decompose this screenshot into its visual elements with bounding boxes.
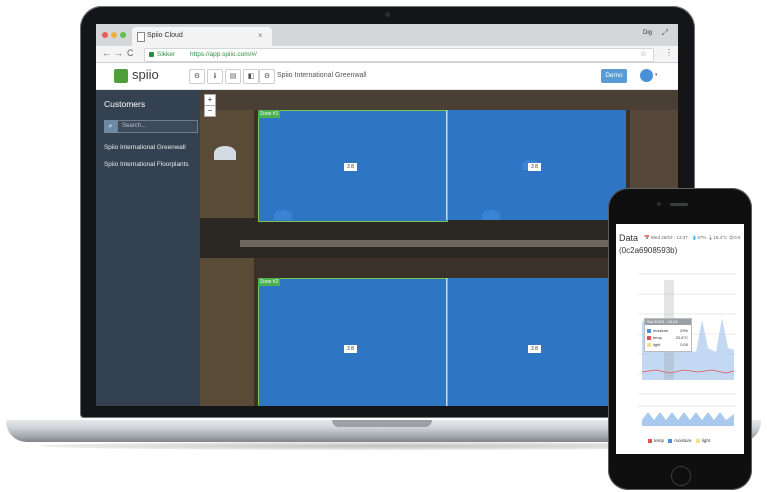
browser-menu-icon[interactable]: ⋮ — [665, 48, 673, 57]
fullscreen-icon[interactable]: ⤢ — [662, 28, 668, 38]
temp-swatch — [647, 335, 651, 340]
config-button[interactable]: ⚙ — [259, 69, 275, 84]
browser-tab[interactable]: Spiio Cloud × — [132, 27, 272, 46]
profile-chip[interactable]: Dig — [643, 30, 652, 36]
info-button[interactable]: ℹ — [207, 69, 223, 84]
light-swatch — [647, 342, 651, 347]
sidebar: Customers ⌕ Search... Spiio Internationa… — [96, 90, 200, 406]
ceiling-middle — [200, 218, 678, 258]
sidebar-item-greenwall[interactable]: Spiio International Greenwall — [104, 144, 186, 151]
ceiling-top — [200, 90, 678, 110]
url-text: https://app.spiio.com/#/ — [190, 51, 257, 58]
zone-panel[interactable] — [258, 278, 448, 406]
layers-button[interactable]: ◧ — [243, 69, 259, 84]
reading-meta: 📅 Wed 25/03 - 13:37 · 💧57% 🌡18.4°C ☀0.0 — [644, 235, 741, 240]
zone-label: Zone #1 — [258, 110, 281, 118]
app-header: spiio ⚙ ℹ ▤ ◧ ⚙ Spiio International Gree… — [96, 63, 678, 90]
floorplan-map[interactable]: Zone #1 3 8 3 8 Zone #2 3 8 3 8 + − — [200, 90, 678, 406]
sidebar-item-floorplants[interactable]: Spiio International Floorplants — [104, 161, 189, 168]
zoom-out-button[interactable]: − — [204, 105, 216, 117]
browser-tabbar: Spiio Cloud × Dig ⤢ — [96, 24, 678, 46]
tooltip-row-moisture: moisture 29% — [647, 328, 689, 333]
forward-button[interactable]: → — [114, 48, 123, 58]
laptop-notch — [332, 420, 432, 427]
demo-button[interactable]: Demo — [601, 69, 627, 83]
minimize-window-button[interactable] — [111, 32, 117, 38]
app-logo-text: spiio — [132, 67, 159, 82]
tooltip-row-light: light 0.00 — [647, 342, 689, 347]
device-id: (0c2a6908593b) — [619, 246, 678, 255]
zone-divider — [446, 110, 447, 220]
spiio-logo-icon — [114, 69, 128, 83]
bookmark-star-icon[interactable]: ☆ — [640, 49, 647, 58]
reload-button[interactable]: C — [127, 48, 134, 58]
project-title: Spiio International Greenwall — [277, 72, 367, 79]
tooltip-value: 0.00 — [680, 342, 688, 347]
chevron-down-icon[interactable]: ▾ — [655, 72, 658, 78]
tooltip-label: moisture — [653, 328, 669, 333]
zone-value[interactable]: 3 8 — [344, 345, 357, 353]
phone-speaker — [670, 203, 688, 206]
tooltip-label: temp — [653, 335, 662, 340]
phone-screen: Data 📅 Wed 25/03 - 13:37 · 💧57% 🌡18.4°C … — [616, 224, 744, 454]
legend-light[interactable]: light — [702, 438, 710, 443]
browser-toolbar: ← → C Sikker https://app.spiio.com/#/ ☆ … — [96, 46, 678, 63]
page-icon — [137, 32, 145, 42]
moisture-swatch — [647, 328, 651, 333]
search-icon[interactable]: ⌕ — [104, 120, 117, 133]
zone-value[interactable]: 3 8 — [344, 163, 357, 171]
search-input[interactable]: Search... — [117, 120, 198, 133]
laptop-screen: Spiio Cloud × Dig ⤢ ← → C Sikker https:/… — [96, 24, 678, 406]
data-title: Data — [619, 233, 639, 243]
tab-title: Spiio Cloud — [147, 32, 183, 39]
tooltip-header: Sat 30/03 - 00:24 — [645, 319, 691, 325]
legend-moisture[interactable]: moisture — [674, 438, 691, 443]
close-window-button[interactable] — [102, 32, 108, 38]
moisture-swatch — [668, 438, 673, 443]
settings-button[interactable]: ⚙ — [189, 69, 205, 84]
maximize-window-button[interactable] — [120, 32, 126, 38]
zone-value[interactable]: 3 8 — [528, 163, 541, 171]
zone-label: Zone #2 — [258, 278, 281, 286]
address-bar[interactable]: Sikker https://app.spiio.com/#/ ☆ — [144, 48, 654, 62]
temp-swatch — [648, 438, 652, 443]
secure-label: Sikker — [157, 51, 176, 58]
chart-tooltip: Sat 30/03 - 00:24 moisture 29% temp 20.8°C… — [644, 318, 692, 352]
zone-panel[interactable] — [448, 278, 626, 406]
phone-home-button[interactable] — [671, 466, 691, 486]
tooltip-value: 29% — [679, 328, 688, 333]
laptop-camera — [385, 12, 390, 17]
lamp-icon — [214, 146, 236, 160]
lock-icon — [149, 52, 154, 57]
sidebar-title: Customers — [104, 99, 146, 109]
legend-temp[interactable]: temp — [654, 438, 664, 443]
chart-legend: temp moisture light — [648, 438, 710, 443]
zone-divider — [446, 278, 447, 406]
grid-button[interactable]: ▤ — [225, 69, 241, 84]
navigator-series — [642, 412, 734, 426]
avatar[interactable] — [640, 69, 653, 82]
tooltip-value: 20.8°C — [675, 335, 688, 340]
light-swatch — [695, 438, 700, 443]
back-button[interactable]: ← — [102, 48, 111, 58]
zone-value[interactable]: 3 8 — [528, 345, 541, 353]
phone-camera — [657, 202, 661, 206]
tab-close-icon[interactable]: × — [258, 31, 263, 40]
tooltip-label: light — [653, 342, 661, 347]
ceiling-beam — [240, 240, 640, 247]
tooltip-row-temp: temp 20.8°C — [647, 335, 689, 340]
